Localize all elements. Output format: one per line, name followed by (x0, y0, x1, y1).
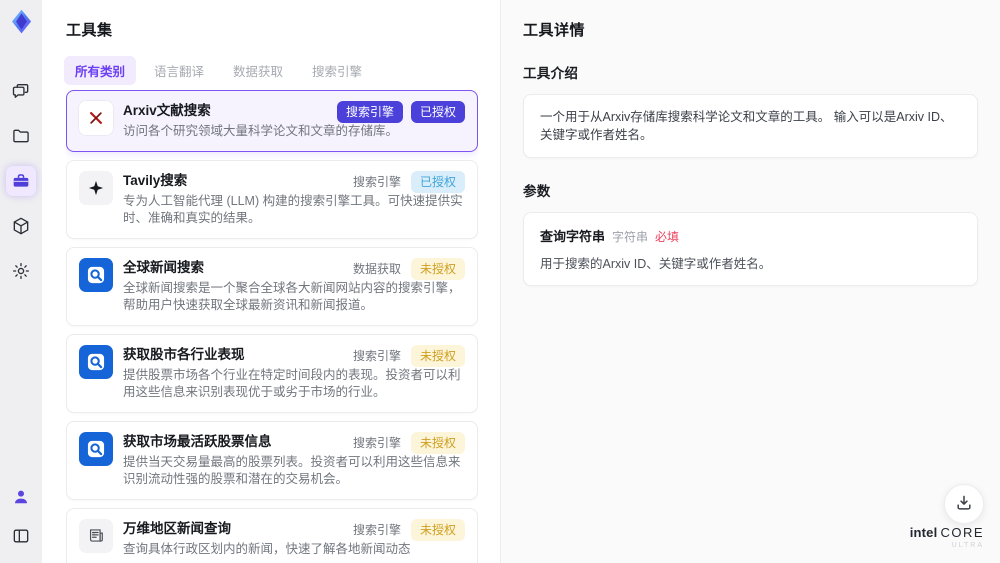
tool-description: 提供当天交易量最高的股票列表。投资者可以利用这些信息来识别流动性强的股票和潜在的… (123, 454, 461, 487)
tab-3[interactable]: 搜索引擎 (301, 56, 373, 85)
tool-card-list: Arxiv文献搜索 访问各个研究领域大量科学论文和文章的存储库。 搜索引擎 已授… (66, 90, 478, 563)
folder-icon (11, 126, 31, 146)
auth-status-badge: 未授权 (410, 257, 465, 280)
sidebar-item-cube[interactable] (6, 211, 36, 241)
newspaper-icon (79, 518, 113, 553)
intel-core-logo: intel CORE ULTRA (910, 526, 984, 552)
sidebar-nav (6, 76, 36, 286)
tool-description: 专为人工智能代理 (LLM) 构建的搜索引擎工具。可快速提供实时、准确和真实的结… (123, 193, 463, 226)
auth-status-badge: 已授权 (410, 101, 465, 123)
category-badge: 搜索引擎 (336, 101, 403, 123)
sidebar-bottom (6, 482, 36, 551)
category-badge: 搜索引擎 (352, 348, 401, 363)
intro-heading: 工具介绍 (523, 66, 579, 81)
app-sidebar (0, 0, 42, 563)
chat-icon (11, 81, 31, 101)
param-type: 字符串 (612, 230, 649, 244)
tool-badges: 数据获取 未授权 (351, 257, 465, 280)
page-title: 工具集 (66, 22, 113, 39)
intro-box: 一个用于从Arxiv存储库搜索科学论文和文章的工具。 输入可以是Arxiv ID… (523, 94, 978, 158)
briefcase-icon (11, 171, 31, 191)
tool-badges: 搜索引擎 未授权 (351, 344, 465, 367)
category-badge: 搜索引擎 (352, 435, 401, 450)
panel-toggle-icon (11, 526, 31, 546)
tool-card[interactable]: 获取股市各行业表现 提供股票市场各个行业在特定时间段内的表现。投资者可以利用这些… (66, 333, 478, 413)
auth-status-badge: 未授权 (410, 431, 465, 454)
tool-description: 提供股票市场各个行业在特定时间段内的表现。投资者可以利用这些信息来识别表现优于或… (123, 367, 461, 400)
download-icon (954, 493, 974, 516)
tool-card[interactable]: Tavily搜索 专为人工智能代理 (LLM) 构建的搜索引擎工具。可快速提供实… (66, 159, 478, 239)
sidebar-item-user[interactable] (6, 482, 36, 512)
cube-icon (11, 216, 31, 236)
tavily-star-icon (79, 170, 113, 205)
tool-badges: 搜索引擎 已授权 (351, 170, 465, 193)
category-badge: 数据获取 (352, 261, 401, 276)
category-badge: 搜索引擎 (352, 522, 401, 537)
tools-panel: 工具集 所有类别 语言翻译 数据获取 搜索引擎 Arxiv文献搜索 访问各个研究领域大… (42, 0, 530, 563)
tool-card[interactable]: 全球新闻搜索 全球新闻搜索是一个聚合全球各大新闻网站内容的搜索引擎，帮助用户快速… (66, 246, 478, 326)
category-tabs: 所有类别 语言翻译 数据获取 搜索引擎 (64, 56, 373, 85)
tool-description: 访问各个研究领域大量科学论文和文章的存储库。 (123, 124, 399, 138)
sidebar-item-folder[interactable] (6, 121, 36, 151)
user-icon (11, 487, 31, 507)
tool-badges: 搜索引擎 未授权 (351, 431, 465, 454)
category-badge: 搜索引擎 (352, 174, 401, 189)
sidebar-item-chat[interactable] (6, 76, 36, 106)
sidebar-item-gear[interactable] (6, 256, 36, 286)
tab-1[interactable]: 语言翻译 (143, 56, 215, 85)
auth-status-badge: 未授权 (410, 344, 465, 367)
params-heading: 参数 (523, 184, 551, 199)
tool-card[interactable]: Arxiv文献搜索 访问各个研究领域大量科学论文和文章的存储库。 搜索引擎 已授… (66, 90, 478, 152)
param-row: 查询字符串 字符串 必填 (540, 226, 961, 245)
tool-badges: 搜索引擎 已授权 (336, 101, 465, 123)
intro-text: 一个用于从Arxiv存储库搜索科学论文和文章的工具。 输入可以是Arxiv ID… (540, 110, 953, 142)
param-name: 查询字符串 (540, 229, 606, 244)
tab-0[interactable]: 所有类别 (64, 56, 137, 85)
detail-title: 工具详情 (523, 22, 586, 39)
tool-badges: 搜索引擎 未授权 (351, 518, 465, 541)
param-description: 用于搜索的Arxiv ID、关键字或作者姓名。 (540, 257, 772, 271)
news-search-icon (79, 431, 113, 466)
tool-detail-panel: 工具详情 工具介绍 一个用于从Arxiv存储库搜索科学论文和文章的工具。 输入可… (501, 0, 1000, 563)
brand-ultra: ULTRA (951, 542, 984, 549)
download-button[interactable] (944, 484, 984, 524)
news-search-icon (79, 257, 113, 292)
sidebar-item-panel-toggle[interactable] (6, 521, 36, 551)
tool-card[interactable]: 获取市场最活跃股票信息 提供当天交易量最高的股票列表。投资者可以利用这些信息来识… (66, 420, 478, 500)
gem-logo-icon (6, 6, 36, 36)
sidebar-item-briefcase[interactable] (6, 166, 36, 196)
news-search-icon (79, 344, 113, 379)
auth-status-badge: 未授权 (410, 518, 465, 541)
tab-2[interactable]: 数据获取 (222, 56, 294, 85)
arxiv-x-icon (79, 101, 113, 135)
param-required-flag: 必填 (655, 230, 680, 244)
gear-icon (11, 261, 31, 281)
brand-intel: intel (909, 525, 938, 540)
brand-core: CORE (940, 525, 984, 540)
tool-description: 查询具体行政区划内的新闻，快速了解各地新闻动态 (123, 541, 411, 556)
tool-description: 全球新闻搜索是一个聚合全球各大新闻网站内容的搜索引擎，帮助用户快速获取全球最新资… (123, 280, 461, 313)
tool-card[interactable]: 万维地区新闻查询 查询具体行政区划内的新闻，快速了解各地新闻动态 搜索引擎 未授… (66, 507, 478, 563)
auth-status-badge: 已授权 (410, 170, 465, 193)
param-box: 查询字符串 字符串 必填 用于搜索的Arxiv ID、关键字或作者姓名。 (523, 212, 978, 286)
